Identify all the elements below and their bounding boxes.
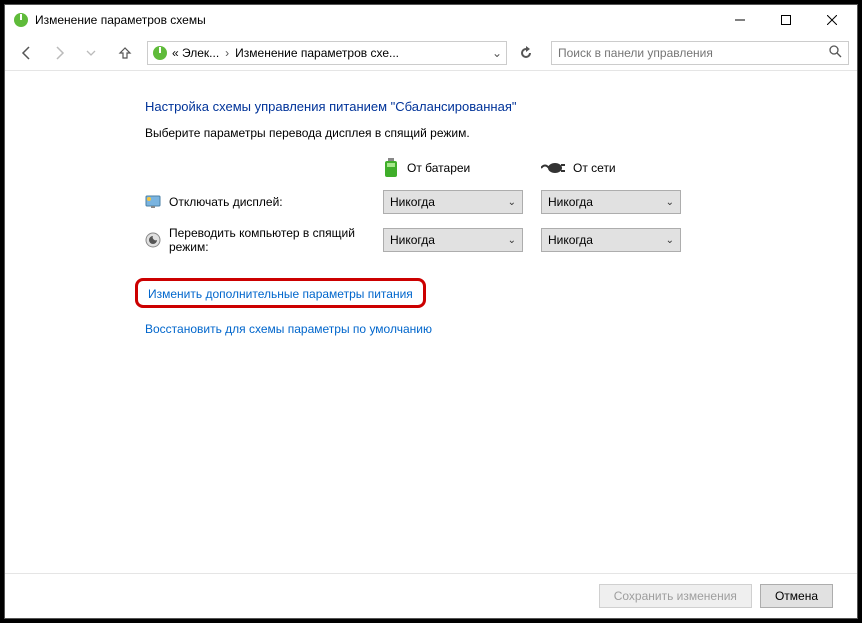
advanced-settings-link[interactable]: Изменить дополнительные параметры питани… [148,287,413,301]
sleep-icon [145,232,161,248]
column-ac: От сети [541,161,681,175]
back-button[interactable] [13,39,41,67]
display-battery-select[interactable]: Никогда⌄ [383,190,523,214]
titlebar: Изменение параметров схемы [5,5,857,35]
chevron-down-icon: ⌄ [666,197,674,208]
battery-icon [383,158,399,178]
search-icon[interactable] [828,44,842,61]
chevron-down-icon: ⌄ [508,197,516,208]
breadcrumb[interactable]: « Элек... › Изменение параметров схе... … [147,41,507,65]
maximize-button[interactable] [763,5,809,35]
forward-button[interactable] [45,39,73,67]
chevron-down-icon: ⌄ [508,235,516,246]
search-box[interactable] [551,41,849,65]
row-display-label: Отключать дисплей: [169,195,283,209]
close-button[interactable] [809,5,855,35]
window-title: Изменение параметров схемы [35,13,206,27]
save-button: Сохранить изменения [599,584,752,608]
chevron-down-icon: ⌄ [666,235,674,246]
plug-icon [541,161,565,175]
column-ac-label: От сети [573,161,616,175]
monitor-icon [145,194,161,210]
navbar: « Элек... › Изменение параметров схе... … [5,35,857,71]
up-button[interactable] [111,39,139,67]
minimize-button[interactable] [717,5,763,35]
highlight-annotation: Изменить дополнительные параметры питани… [135,278,426,308]
row-sleep: Переводить компьютер в спящий режим: [145,226,365,254]
search-input[interactable] [558,46,828,60]
refresh-button[interactable] [511,46,541,60]
window-controls [717,5,855,35]
sleep-ac-select[interactable]: Никогда⌄ [541,228,681,252]
row-display: Отключать дисплей: [145,194,365,210]
row-sleep-label: Переводить компьютер в спящий режим: [169,226,365,254]
restore-defaults-link[interactable]: Восстановить для схемы параметры по умол… [145,322,432,336]
page-subtitle: Выберите параметры перевода дисплея в сп… [145,126,837,140]
column-battery: От батареи [383,158,523,178]
chevron-down-icon[interactable]: ⌄ [492,46,502,60]
sleep-battery-select[interactable]: Никогда⌄ [383,228,523,252]
breadcrumb-part2: Изменение параметров схе... [235,46,399,60]
footer: Сохранить изменения Отмена [5,573,857,618]
app-icon [13,12,29,28]
window: Изменение параметров схемы « Элек... › И… [4,4,858,619]
cancel-button[interactable]: Отмена [760,584,833,608]
column-battery-label: От батареи [407,161,470,175]
settings-grid: От батареи От сети Отключать дисплей: Ни… [145,158,837,254]
chevron-right-icon: › [223,46,231,60]
content: Настройка схемы управления питанием "Сба… [5,71,857,573]
display-ac-select[interactable]: Никогда⌄ [541,190,681,214]
power-plan-icon [152,45,168,61]
page-heading: Настройка схемы управления питанием "Сба… [145,99,837,114]
breadcrumb-part1: « Элек... [172,46,219,60]
recent-dropdown[interactable] [77,39,105,67]
